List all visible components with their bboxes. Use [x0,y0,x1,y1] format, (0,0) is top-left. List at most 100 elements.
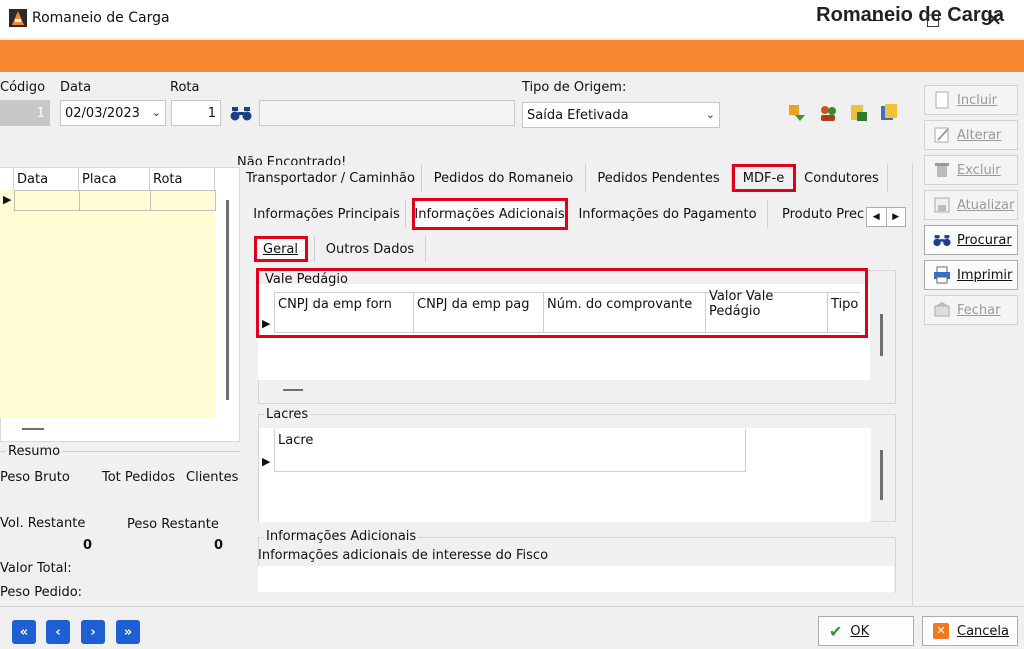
check-icon: ✔ [829,621,843,641]
tot-pedidos-label: Tot Pedidos [102,470,176,485]
column-header-valor-vale-pedagio[interactable]: Valor Vale Pedágio [706,289,828,319]
left-grid-header: Data Placa Rota [0,168,215,190]
chevron-down-icon[interactable]: ⌄ [152,106,161,119]
excluir-button[interactable]: Excluir [924,155,1018,185]
ok-label: OK [850,623,870,639]
table-row[interactable] [14,190,216,211]
tab-informacoes-pagamento[interactable]: Informações do Pagamento [568,200,768,228]
tipo-origem-value: Saída Efetivada [527,107,629,123]
scrollbar[interactable] [226,200,229,400]
window-title: Romaneio de Carga [32,10,170,26]
column-header-cnpj-forn[interactable]: CNPJ da emp forn [274,293,414,315]
inner-tab-bar: Geral Outros Dados [254,235,434,263]
imprimir-button[interactable]: Imprimir [924,260,1018,290]
scrollbar-horizontal[interactable] [283,389,303,391]
table-cell[interactable] [80,191,151,210]
app-icon [9,9,27,27]
bottom-divider [0,606,1024,607]
peso-restante-label: Peso Restante [127,517,219,532]
main-tab-bar: Transportador / Caminhão Pedidos do Roma… [240,164,912,194]
column-header-tipo[interactable]: Tipo [828,293,860,315]
scroll-left-icon[interactable]: ◀ [867,208,887,226]
column-header-data[interactable]: Data [14,168,79,190]
printer-icon [934,266,950,284]
last-record-icon[interactable]: » [116,620,140,644]
tab-pedidos-romaneio[interactable]: Pedidos do Romaneio [422,164,586,192]
rota-field[interactable]: 1 [171,100,221,126]
cancel-icon: ✕ [933,623,949,639]
fechar-button[interactable]: Fechar [924,295,1018,325]
column-header-placa[interactable]: Placa [79,168,150,190]
table-row[interactable] [274,314,860,333]
tab-informacoes-adicionais[interactable]: Informações Adicionais [412,198,568,230]
tab-produto-predominante[interactable]: Produto Prec [768,200,864,228]
scrollbar[interactable] [880,314,883,356]
first-record-icon[interactable]: « [12,620,36,644]
users-icon[interactable] [818,103,838,123]
vale-pedagio-header: CNPJ da emp forn CNPJ da emp pag Núm. do… [274,289,860,319]
info-adicionais-label: Informações adicionais de interesse do F… [258,548,549,563]
column-header-num-comprovante[interactable]: Núm. do comprovante [544,293,706,315]
page-title: Romaneio de Carga [816,4,1004,26]
tab-geral[interactable]: Geral [254,236,308,262]
info-adicionais-title: Informações Adicionais [264,529,419,544]
left-grid-body[interactable] [0,190,216,418]
procurar-button[interactable]: Procurar [924,225,1018,255]
data-field[interactable]: 02/03/2023 ⌄ [60,100,166,126]
side-divider [912,164,913,606]
scroll-right-icon[interactable]: ▶ [887,208,906,226]
clientes-label: Clientes [186,470,239,485]
lacres-header: Lacre [274,429,746,451]
rota-label: Rota [170,80,200,95]
header-banner [0,40,1024,72]
atualizar-button[interactable]: Atualizar [924,190,1018,220]
rota-description-field[interactable] [259,100,515,126]
incluir-button[interactable]: Incluir [924,85,1018,115]
notes-icon[interactable] [879,103,899,123]
atualizar-label: Atualizar [957,197,1015,213]
column-header-lacre[interactable]: Lacre [275,429,745,451]
column-header-cnpj-pag[interactable]: CNPJ da emp pag [414,293,544,315]
table-cell[interactable] [151,191,215,210]
tab-transportador[interactable]: Transportador / Caminhão [240,164,422,192]
procurar-label: Procurar [957,232,1012,248]
sub-tab-bar: Informações Principais Informações Adici… [248,198,912,230]
tab-outros-dados[interactable]: Outros Dados [314,236,426,262]
data-field-value: 02/03/2023 [65,105,140,121]
scrollbar[interactable] [880,450,883,500]
table-cell[interactable] [274,314,414,332]
tab-condutores[interactable]: Condutores [796,164,888,192]
table-row[interactable] [274,451,746,472]
close-door-icon [934,302,950,317]
column-header-rota[interactable]: Rota [150,168,215,190]
alterar-button[interactable]: Alterar [924,120,1018,150]
codigo-field[interactable]: 1 [0,100,50,126]
info-adicionais-field[interactable] [258,566,894,592]
tab-pedidos-pendentes[interactable]: Pedidos Pendentes [586,164,732,192]
chevron-down-icon[interactable]: ⌄ [706,108,715,121]
tab-informacoes-principais[interactable]: Informações Principais [248,200,406,228]
table-cell[interactable] [414,314,544,332]
tab-geral-label: Geral [263,241,298,257]
scrollbar-horizontal[interactable] [22,428,44,430]
data-label: Data [60,80,92,95]
codigo-label: Código [0,80,46,95]
document-money-icon[interactable] [849,103,869,123]
vol-restante-label: Vol. Restante [0,516,86,531]
binoculars-icon[interactable] [230,104,252,122]
next-record-icon[interactable]: › [81,620,105,644]
table-cell[interactable] [828,314,860,332]
ok-button[interactable]: ✔ OK [818,616,914,646]
tipo-origem-label: Tipo de Origem: [522,80,627,95]
table-cell[interactable] [544,314,706,332]
table-cell[interactable] [706,314,828,332]
cancela-label: Cancela [957,623,1010,639]
excluir-label: Excluir [957,162,1001,178]
cancela-button[interactable]: ✕ Cancela [922,616,1018,646]
transfer-icon[interactable] [787,103,807,123]
imprimir-label: Imprimir [957,267,1013,283]
table-cell[interactable] [15,191,80,210]
tab-mdf-e[interactable]: MDF-e [732,164,796,192]
tipo-origem-select[interactable]: Saída Efetivada ⌄ [522,102,720,128]
previous-record-icon[interactable]: ‹ [46,620,70,644]
